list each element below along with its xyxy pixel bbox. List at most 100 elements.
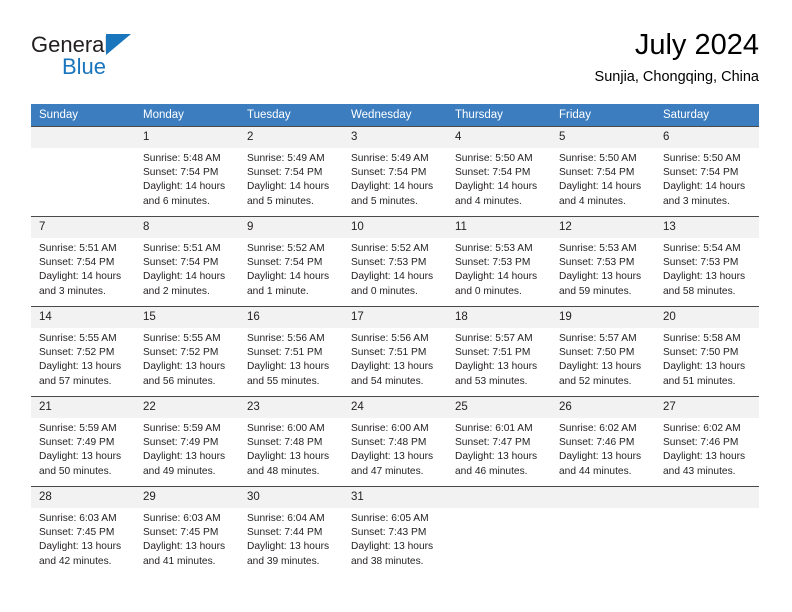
- sunset-text: Sunset: 7:51 PM: [455, 347, 531, 359]
- daylight-text-line1: Daylight: 13 hours: [559, 271, 642, 283]
- calendar-day-cell[interactable]: 16 Sunrise: 5:56 AM Sunset: 7:51 PM Dayligh…: [239, 306, 343, 397]
- calendar-day-cell[interactable]: 31 Sunrise: 6:05 AM Sunset: 7:43 PM Dayligh…: [343, 486, 447, 577]
- weekday-header-thursday: Thursday: [447, 104, 551, 127]
- daylight-text-line1: Daylight: 14 hours: [351, 181, 434, 193]
- calendar-day-cell[interactable]: 18 Sunrise: 5:57 AM Sunset: 7:51 PM Dayligh…: [447, 306, 551, 397]
- calendar-day-cell[interactable]: 8 Sunrise: 5:51 AM Sunset: 7:54 PM Daylight…: [135, 216, 239, 307]
- calendar-day-cell[interactable]: 5 Sunrise: 5:50 AM Sunset: 7:54 PM Daylight…: [551, 126, 655, 217]
- day-number: [31, 127, 135, 148]
- day-number: 5: [551, 127, 655, 148]
- sunrise-text: Sunrise: 5:53 AM: [559, 243, 637, 254]
- sunset-text: Sunset: 7:50 PM: [559, 347, 635, 359]
- day-details: Sunrise: 5:53 AM Sunset: 7:53 PM Daylight:…: [551, 238, 655, 299]
- calendar-day-cell[interactable]: 21 Sunrise: 5:59 AM Sunset: 7:49 PM Dayligh…: [31, 396, 135, 487]
- calendar-day-cell[interactable]: 14 Sunrise: 5:55 AM Sunset: 7:52 PM Dayligh…: [31, 306, 135, 397]
- sunset-text: Sunset: 7:44 PM: [247, 527, 323, 539]
- sunset-text: Sunset: 7:45 PM: [39, 527, 115, 539]
- sunrise-text: Sunrise: 5:56 AM: [351, 333, 429, 344]
- day-details: Sunrise: 6:01 AM Sunset: 7:47 PM Daylight:…: [447, 418, 551, 479]
- logo-text-blue: Blue: [62, 54, 107, 79]
- calendar-day-cell[interactable]: 7 Sunrise: 5:51 AM Sunset: 7:54 PM Daylight…: [31, 216, 135, 307]
- day-number: 22: [135, 397, 239, 418]
- sunrise-text: Sunrise: 5:59 AM: [143, 423, 221, 434]
- sunrise-text: Sunrise: 6:02 AM: [663, 423, 741, 434]
- day-number: 11: [447, 217, 551, 238]
- calendar-day-cell[interactable]: 24 Sunrise: 6:00 AM Sunset: 7:48 PM Dayligh…: [343, 396, 447, 487]
- daylight-text-line1: Daylight: 14 hours: [39, 271, 122, 283]
- calendar-day-cell[interactable]: 15 Sunrise: 5:55 AM Sunset: 7:52 PM Dayligh…: [135, 306, 239, 397]
- sunrise-text: Sunrise: 6:04 AM: [247, 513, 325, 524]
- day-details: Sunrise: 5:50 AM Sunset: 7:54 PM Daylight:…: [655, 148, 759, 209]
- sunrise-text: Sunrise: 5:57 AM: [559, 333, 637, 344]
- calendar-week-row: 14 Sunrise: 5:55 AM Sunset: 7:52 PM Dayligh…: [31, 306, 759, 397]
- daylight-text-line2: and 4 minutes.: [559, 195, 626, 207]
- day-details: Sunrise: 6:04 AM Sunset: 7:44 PM Daylight:…: [239, 508, 343, 569]
- daylight-text-line2: and 43 minutes.: [663, 465, 736, 477]
- calendar-day-cell[interactable]: 20 Sunrise: 5:58 AM Sunset: 7:50 PM Dayligh…: [655, 306, 759, 397]
- day-number: 4: [447, 127, 551, 148]
- generalblue-logo[interactable]: General Blue: [31, 32, 221, 88]
- calendar-day-cell[interactable]: 25 Sunrise: 6:01 AM Sunset: 7:47 PM Dayligh…: [447, 396, 551, 487]
- day-number: 3: [343, 127, 447, 148]
- calendar-day-cell-empty: [31, 126, 135, 217]
- daylight-text-line2: and 54 minutes.: [351, 375, 424, 387]
- day-number: 23: [239, 397, 343, 418]
- sunset-text: Sunset: 7:53 PM: [455, 257, 531, 269]
- calendar-day-cell[interactable]: 13 Sunrise: 5:54 AM Sunset: 7:53 PM Dayligh…: [655, 216, 759, 307]
- weekday-header-monday: Monday: [135, 104, 239, 127]
- day-details: Sunrise: 5:51 AM Sunset: 7:54 PM Daylight:…: [31, 238, 135, 299]
- calendar-day-cell[interactable]: 6 Sunrise: 5:50 AM Sunset: 7:54 PM Daylight…: [655, 126, 759, 217]
- sunset-text: Sunset: 7:54 PM: [455, 167, 531, 179]
- day-number: [655, 487, 759, 508]
- daylight-text-line2: and 50 minutes.: [39, 465, 112, 477]
- sunrise-text: Sunrise: 5:53 AM: [455, 243, 533, 254]
- calendar-day-cell[interactable]: 1 Sunrise: 5:48 AM Sunset: 7:54 PM Daylight…: [135, 126, 239, 217]
- sunrise-text: Sunrise: 5:55 AM: [39, 333, 117, 344]
- calendar-page: General Blue July 2024 Sunjia, Chongqing…: [0, 0, 792, 612]
- calendar-day-cell[interactable]: 4 Sunrise: 5:50 AM Sunset: 7:54 PM Daylight…: [447, 126, 551, 217]
- daylight-text-line2: and 5 minutes.: [351, 195, 418, 207]
- daylight-text-line2: and 44 minutes.: [559, 465, 632, 477]
- day-details: Sunrise: 5:57 AM Sunset: 7:51 PM Daylight:…: [447, 328, 551, 389]
- calendar-day-cell[interactable]: 9 Sunrise: 5:52 AM Sunset: 7:54 PM Daylight…: [239, 216, 343, 307]
- title-block: July 2024 Sunjia, Chongqing, China: [595, 28, 759, 86]
- calendar-day-cell-empty: [551, 486, 655, 577]
- sunset-text: Sunset: 7:47 PM: [455, 437, 531, 449]
- calendar-day-cell[interactable]: 12 Sunrise: 5:53 AM Sunset: 7:53 PM Dayligh…: [551, 216, 655, 307]
- page-subtitle: Sunjia, Chongqing, China: [594, 69, 759, 85]
- day-number: 31: [343, 487, 447, 508]
- daylight-text-line1: Daylight: 13 hours: [39, 361, 122, 373]
- sunrise-text: Sunrise: 5:51 AM: [39, 243, 117, 254]
- day-details: Sunrise: 5:50 AM Sunset: 7:54 PM Daylight:…: [447, 148, 551, 209]
- calendar-day-cell[interactable]: 10 Sunrise: 5:52 AM Sunset: 7:53 PM Dayligh…: [343, 216, 447, 307]
- sunset-text: Sunset: 7:49 PM: [39, 437, 115, 449]
- calendar-day-cell[interactable]: 29 Sunrise: 6:03 AM Sunset: 7:45 PM Dayligh…: [135, 486, 239, 577]
- calendar-day-cell[interactable]: 23 Sunrise: 6:00 AM Sunset: 7:48 PM Dayligh…: [239, 396, 343, 487]
- daylight-text-line2: and 51 minutes.: [663, 375, 736, 387]
- day-details: Sunrise: 5:51 AM Sunset: 7:54 PM Daylight:…: [135, 238, 239, 299]
- day-details: Sunrise: 6:02 AM Sunset: 7:46 PM Daylight:…: [655, 418, 759, 479]
- daylight-text-line1: Daylight: 13 hours: [351, 451, 434, 463]
- calendar-day-cell[interactable]: 28 Sunrise: 6:03 AM Sunset: 7:45 PM Dayligh…: [31, 486, 135, 577]
- weekday-header-row: Sunday Monday Tuesday Wednesday Thursday…: [31, 104, 759, 127]
- day-details: Sunrise: 5:48 AM Sunset: 7:54 PM Daylight:…: [135, 148, 239, 209]
- calendar-day-cell[interactable]: 11 Sunrise: 5:53 AM Sunset: 7:53 PM Dayligh…: [447, 216, 551, 307]
- calendar-day-cell[interactable]: 27 Sunrise: 6:02 AM Sunset: 7:46 PM Dayligh…: [655, 396, 759, 487]
- sunrise-text: Sunrise: 5:56 AM: [247, 333, 325, 344]
- daylight-text-line2: and 59 minutes.: [559, 285, 632, 297]
- calendar-day-cell[interactable]: 26 Sunrise: 6:02 AM Sunset: 7:46 PM Dayligh…: [551, 396, 655, 487]
- calendar-day-cell[interactable]: 30 Sunrise: 6:04 AM Sunset: 7:44 PM Dayligh…: [239, 486, 343, 577]
- calendar-day-cell[interactable]: 22 Sunrise: 5:59 AM Sunset: 7:49 PM Dayligh…: [135, 396, 239, 487]
- sunrise-text: Sunrise: 5:55 AM: [143, 333, 221, 344]
- daylight-text-line2: and 53 minutes.: [455, 375, 528, 387]
- sunset-text: Sunset: 7:54 PM: [143, 257, 219, 269]
- sunrise-text: Sunrise: 5:58 AM: [663, 333, 741, 344]
- daylight-text-line1: Daylight: 13 hours: [663, 271, 746, 283]
- sunrise-text: Sunrise: 6:01 AM: [455, 423, 533, 434]
- calendar-day-cell[interactable]: 3 Sunrise: 5:49 AM Sunset: 7:54 PM Daylight…: [343, 126, 447, 217]
- calendar-day-cell[interactable]: 2 Sunrise: 5:49 AM Sunset: 7:54 PM Daylight…: [239, 126, 343, 217]
- calendar-day-cell[interactable]: 17 Sunrise: 5:56 AM Sunset: 7:51 PM Dayligh…: [343, 306, 447, 397]
- daylight-text-line1: Daylight: 14 hours: [559, 181, 642, 193]
- calendar-day-cell[interactable]: 19 Sunrise: 5:57 AM Sunset: 7:50 PM Dayligh…: [551, 306, 655, 397]
- daylight-text-line1: Daylight: 13 hours: [39, 541, 122, 553]
